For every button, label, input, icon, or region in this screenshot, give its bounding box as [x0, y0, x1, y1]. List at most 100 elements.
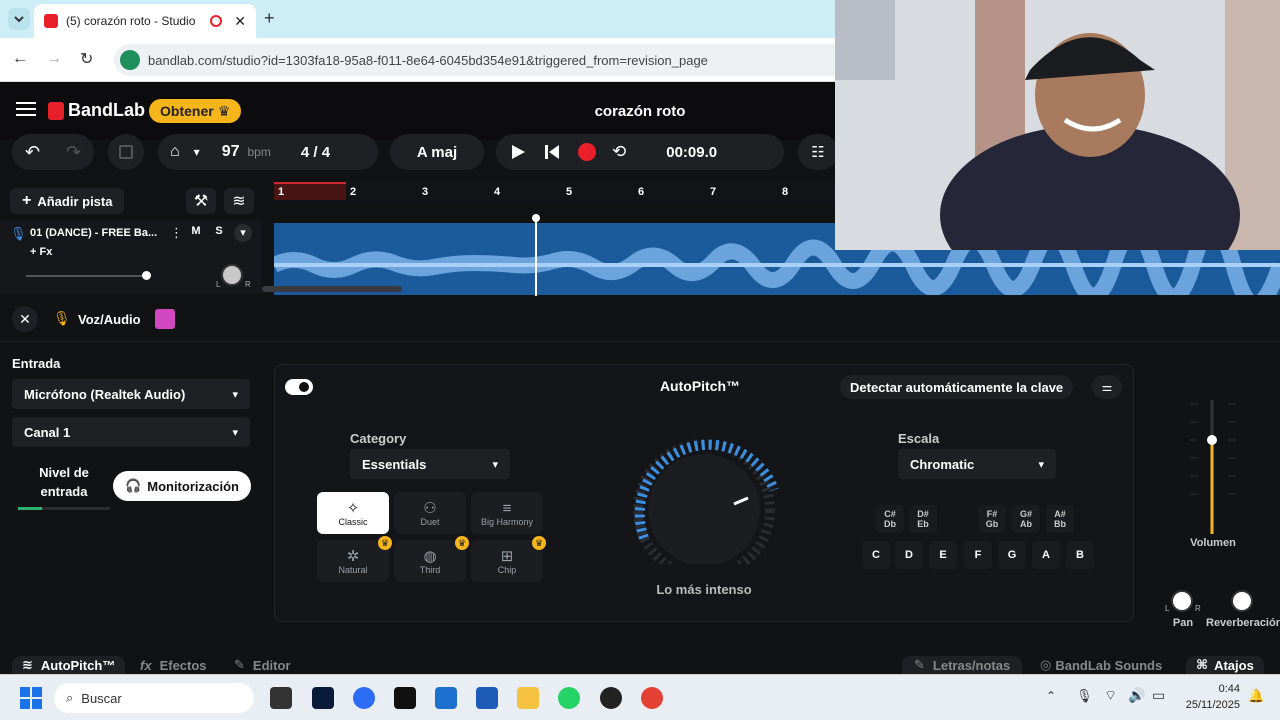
volume-icon[interactable]: 🔊: [1128, 687, 1145, 704]
time-signature[interactable]: 4 / 4: [301, 144, 330, 161]
tab-lyrics[interactable]: ✎ Letras/notas: [902, 656, 1023, 674]
clock-date[interactable]: 25/11/2025: [1176, 699, 1240, 711]
microphone-icon[interactable]: 🎙: [1076, 688, 1093, 704]
input-device-select[interactable]: Micrófono (Realtek Audio) ▾: [12, 379, 250, 409]
add-fx-button[interactable]: + Fx: [30, 246, 52, 258]
menu-icon[interactable]: [16, 102, 38, 118]
key-g-sharp-button[interactable]: G# Ab: [1012, 505, 1040, 533]
key-c-button[interactable]: C: [862, 541, 890, 569]
bpm-value[interactable]: 97: [222, 143, 240, 161]
zoom-icon[interactable]: [353, 687, 375, 709]
channel-select[interactable]: Canal 1 ▾: [12, 417, 250, 447]
reload-button[interactable]: ↻: [80, 49, 93, 69]
tuning-fork-button[interactable]: ⚒: [186, 188, 216, 214]
key-a-sharp-button[interactable]: A# Bb: [1046, 505, 1074, 533]
key-g-button[interactable]: G: [998, 541, 1026, 569]
notification-bell-icon[interactable]: 🔔: [1248, 688, 1264, 704]
slider-thumb[interactable]: [142, 271, 151, 280]
cube-icon[interactable]: [155, 309, 175, 329]
chevron-up-icon[interactable]: ⌃: [1046, 689, 1056, 703]
redo-icon[interactable]: ↷: [66, 142, 81, 163]
horizontal-scrollbar[interactable]: [262, 286, 402, 292]
effect-label: Natural: [338, 565, 368, 575]
play-icon[interactable]: [510, 144, 526, 160]
browser-tab[interactable]: (5) corazón roto - Studio ✕: [34, 4, 256, 38]
windows-start-icon[interactable]: [20, 687, 42, 709]
mute-button[interactable]: M: [186, 225, 206, 237]
chrome-icon[interactable]: [641, 687, 663, 709]
clock-time[interactable]: 0:44: [1180, 683, 1240, 695]
close-tab-icon[interactable]: ✕: [234, 13, 246, 30]
word-icon[interactable]: [476, 687, 498, 709]
file-explorer-icon[interactable]: [270, 687, 292, 709]
track-name[interactable]: 01 (DANCE) - FREE Ba...: [30, 227, 162, 239]
pan-knob[interactable]: [1171, 590, 1193, 612]
effect-classic-button[interactable]: ✧ Classic: [317, 492, 389, 534]
track-more-icon[interactable]: ⋮: [170, 225, 183, 241]
battery-icon[interactable]: ▭: [1152, 687, 1165, 704]
monitoring-button[interactable]: 🎧 Monitorización: [113, 471, 251, 501]
key-button[interactable]: A maj: [390, 134, 484, 170]
intensity-knob[interactable]: [626, 434, 786, 564]
automation-button[interactable]: ≋: [224, 188, 254, 214]
settings-sliders-button[interactable]: ⚌: [1092, 375, 1122, 399]
tab-effects[interactable]: fx Efectos: [140, 656, 207, 674]
photoshop-icon[interactable]: [312, 687, 334, 709]
key-d-button[interactable]: D: [895, 541, 923, 569]
site-info-icon[interactable]: [120, 50, 140, 70]
detect-key-button[interactable]: Detectar automáticamente la clave: [840, 375, 1074, 399]
reverb-knob[interactable]: [1231, 590, 1253, 612]
folder-icon[interactable]: [517, 687, 539, 709]
forward-button[interactable]: →: [46, 50, 62, 68]
playhead[interactable]: [532, 214, 540, 296]
tab-list-button[interactable]: [8, 8, 30, 30]
autopitch-toggle[interactable]: [285, 379, 313, 395]
playhead-handle[interactable]: [532, 214, 540, 222]
key-f-sharp-button[interactable]: F# Gb: [978, 505, 1006, 533]
back-button[interactable]: ←: [12, 50, 28, 68]
taskbar-search[interactable]: ⌕ Buscar: [54, 683, 254, 713]
close-inspector-icon[interactable]: ✕: [12, 306, 38, 332]
key-a-button[interactable]: A: [1032, 541, 1060, 569]
category-select[interactable]: Essentials ▾: [350, 449, 510, 479]
netflix-icon[interactable]: [394, 687, 416, 709]
mixer-button[interactable]: ☷: [798, 134, 838, 170]
key-f-button[interactable]: F: [964, 541, 992, 569]
tab-shortcuts[interactable]: ⌘ Atajos: [1186, 656, 1264, 674]
effect-big-harmony-button[interactable]: ≡ Big Harmony: [471, 492, 543, 534]
chevron-down-icon[interactable]: ▾: [234, 224, 252, 242]
add-track-button[interactable]: + Añadir pista: [10, 188, 125, 214]
tab-editor[interactable]: ✎ Editor: [234, 656, 290, 674]
obs-icon[interactable]: [600, 687, 622, 709]
project-title[interactable]: corazón roto: [560, 103, 720, 120]
tab-bandlab-sounds[interactable]: ◎ BandLab Sounds: [1040, 656, 1162, 674]
chevron-down-icon[interactable]: ▾: [194, 145, 200, 159]
bandlab-logo[interactable]: BandLab: [48, 100, 145, 121]
wifi-icon[interactable]: ⌔: [1104, 687, 1117, 705]
metronome-icon[interactable]: ⌂: [170, 143, 180, 161]
volume-fader[interactable]: [1188, 400, 1238, 534]
key-b-button[interactable]: B: [1066, 541, 1094, 569]
scale-select[interactable]: Chromatic ▾: [898, 449, 1056, 479]
get-premium-button[interactable]: Obtener ♛: [149, 99, 242, 123]
metronome-settings-button[interactable]: [108, 134, 144, 170]
pan-label: Pan: [1172, 617, 1194, 629]
track-volume-slider[interactable]: [26, 271, 151, 280]
key-d-sharp-button[interactable]: D# Eb: [909, 505, 937, 533]
tab-autopitch[interactable]: ≋ AutoPitch™: [12, 656, 126, 674]
record-icon[interactable]: [578, 143, 596, 161]
new-tab-button[interactable]: +: [264, 8, 275, 29]
track-header[interactable]: 🎙 01 (DANCE) - FREE Ba... ⋮ M S ▾ + Fx L…: [0, 220, 262, 294]
effect-duet-button[interactable]: ⚇ Duet: [394, 492, 466, 534]
loop-region[interactable]: [274, 182, 346, 200]
whatsapp-icon[interactable]: [558, 687, 580, 709]
key-c-sharp-button[interactable]: C# Db: [876, 505, 904, 533]
key-e-button[interactable]: E: [929, 541, 957, 569]
calculator-icon[interactable]: [435, 687, 457, 709]
solo-button[interactable]: S: [210, 225, 228, 237]
undo-icon[interactable]: ↶: [25, 142, 40, 163]
skip-back-icon[interactable]: [544, 144, 560, 160]
url-field[interactable]: bandlab.com/studio?id=1303fa18-95a8-f011…: [114, 44, 854, 76]
pan-knob[interactable]: [221, 264, 243, 286]
loop-icon[interactable]: ⟲: [612, 142, 626, 162]
